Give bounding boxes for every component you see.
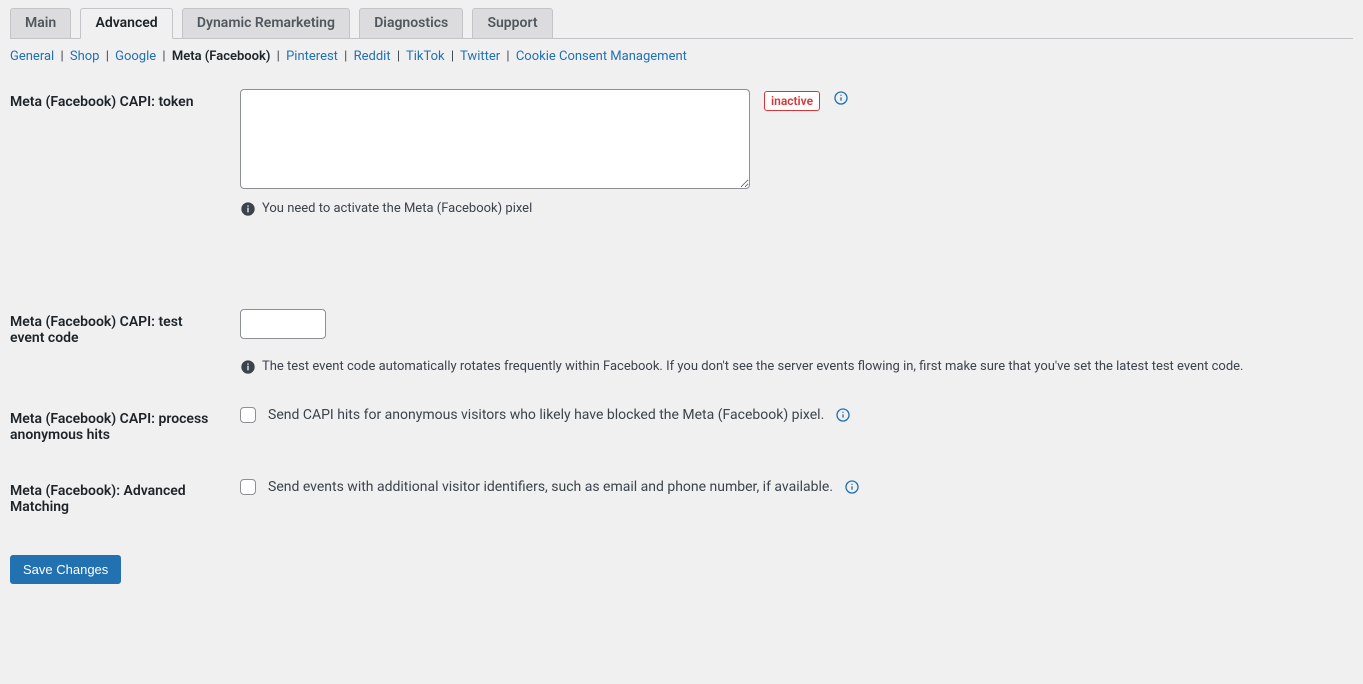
capi-anonymous-label: Meta (Facebook) CAPI: process anonymous … bbox=[10, 391, 230, 463]
subnav-general[interactable]: General bbox=[10, 49, 54, 64]
subnav-pinterest[interactable]: Pinterest bbox=[286, 49, 338, 64]
advanced-matching-label: Meta (Facebook): Advanced Matching bbox=[10, 463, 230, 535]
info-icon[interactable] bbox=[832, 89, 850, 107]
info-solid-icon bbox=[240, 359, 256, 375]
subnav-reddit[interactable]: Reddit bbox=[354, 49, 391, 64]
subnav-cookie-consent[interactable]: Cookie Consent Management bbox=[516, 49, 687, 64]
capi-token-helper: You need to activate the Meta (Facebook)… bbox=[262, 199, 532, 219]
tab-bar: Main Advanced Dynamic Remarketing Diagno… bbox=[10, 8, 1353, 39]
save-button[interactable]: Save Changes bbox=[10, 555, 121, 584]
capi-test-event-label: Meta (Facebook) CAPI: test event code bbox=[10, 294, 230, 392]
capi-anonymous-checkbox-label: Send CAPI hits for anonymous visitors wh… bbox=[268, 407, 824, 423]
subnav: General | Shop | Google | Meta (Facebook… bbox=[10, 39, 1353, 74]
subnav-shop[interactable]: Shop bbox=[70, 49, 100, 64]
capi-token-textarea[interactable] bbox=[240, 89, 750, 189]
advanced-matching-checkbox[interactable] bbox=[240, 479, 256, 495]
info-solid-icon bbox=[240, 201, 256, 217]
info-icon[interactable] bbox=[843, 478, 861, 496]
tab-dynamic-remarketing[interactable]: Dynamic Remarketing bbox=[182, 8, 350, 39]
info-icon[interactable] bbox=[834, 406, 852, 424]
tab-support[interactable]: Support bbox=[472, 8, 552, 39]
subnav-meta-facebook[interactable]: Meta (Facebook) bbox=[172, 49, 271, 64]
settings-form-table: Meta (Facebook) CAPI: token inactive You bbox=[10, 74, 1353, 535]
capi-test-event-input[interactable] bbox=[240, 309, 326, 339]
tab-main[interactable]: Main bbox=[10, 8, 71, 39]
capi-anonymous-checkbox[interactable] bbox=[240, 407, 256, 423]
capi-token-label: Meta (Facebook) CAPI: token bbox=[10, 74, 230, 294]
subnav-tiktok[interactable]: TikTok bbox=[406, 49, 445, 64]
tab-diagnostics[interactable]: Diagnostics bbox=[359, 8, 463, 39]
advanced-matching-checkbox-label: Send events with additional visitor iden… bbox=[268, 479, 833, 495]
subnav-twitter[interactable]: Twitter bbox=[460, 49, 500, 64]
status-badge: inactive bbox=[764, 91, 820, 111]
capi-test-event-helper: The test event code automatically rotate… bbox=[262, 357, 1243, 377]
tab-advanced[interactable]: Advanced bbox=[80, 8, 172, 39]
subnav-google[interactable]: Google bbox=[115, 49, 156, 64]
